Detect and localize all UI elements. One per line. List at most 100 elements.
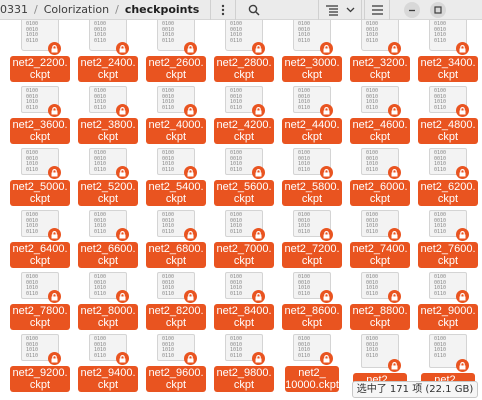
file-item[interactable]: 0100 0010 1010 0110 net2_8600. ckpt: [278, 268, 346, 330]
breadcrumb-item-colorization[interactable]: Colorization: [44, 3, 109, 16]
binary-file-icon: 0100 0010 1010 0110: [293, 272, 333, 303]
file-name-line: ckpt: [165, 255, 187, 267]
binary-file-icon: 0100 0010 1010 0110: [429, 20, 469, 55]
binary-file-icon: 0100 0010 1010 0110: [21, 210, 61, 241]
file-item[interactable]: 0100 0010 1010 0110 net2_5200. ckpt: [74, 144, 142, 206]
file-name-line: ckpt: [29, 131, 51, 143]
minimize-button-bg: [404, 2, 420, 18]
file-name-label: net2_9600. ckpt: [146, 366, 206, 392]
lock-icon: [48, 228, 61, 241]
search-icon: [248, 4, 260, 16]
binary-glyph: 0100 0010 1010 0110: [434, 336, 447, 359]
file-item[interactable]: 0100 0010 1010 0110 net2_7000. ckpt: [210, 206, 278, 268]
lock-icon: [456, 228, 469, 241]
file-item[interactable]: 0100 0010 1010 0110 net2_4800. ckpt: [414, 82, 482, 144]
file-item[interactable]: 0100 0010 1010 0110 net2_3000. ckpt: [278, 20, 346, 82]
file-item[interactable]: 0100 0010 1010 0110 net2_3800. ckpt: [74, 82, 142, 144]
view-options-icon: [325, 4, 338, 16]
file-item[interactable]: 0100 0010 1010 0110 net2_8000. ckpt: [74, 268, 142, 330]
file-item[interactable]: 0100 0010 1010 0110 net2_5400. ckpt: [142, 144, 210, 206]
binary-glyph: 0100 0010 1010 0110: [434, 88, 447, 111]
path-bar: 0331 / Colorization / checkpoints: [0, 0, 482, 20]
file-item[interactable]: 0100 0010 1010 0110 net2_5600. ckpt: [210, 144, 278, 206]
binary-file-icon: 0100 0010 1010 0110: [429, 334, 469, 372]
lock-icon: [252, 42, 265, 55]
lock-icon: [320, 104, 333, 117]
file-name-label: net2_7400. ckpt: [350, 242, 410, 268]
file-name-line: net2_7800.: [12, 305, 68, 317]
file-name-line: ckpt: [369, 193, 391, 205]
binary-glyph: 0100 0010 1010 0110: [230, 150, 243, 173]
main-menu-button[interactable]: [364, 0, 390, 20]
file-item[interactable]: 0100 0010 1010 0110 net2_9600. ckpt: [142, 330, 210, 392]
file-item[interactable]: 0100 0010 1010 0110 net2_6800. ckpt: [142, 206, 210, 268]
file-name-line: net2_3200.: [352, 57, 408, 69]
lock-icon: [116, 104, 129, 117]
maximize-button[interactable]: [428, 0, 448, 20]
breadcrumb-item-checkpoints[interactable]: checkpoints: [125, 3, 200, 16]
file-item[interactable]: 0100 0010 1010 0110 net2_3400. ckpt: [414, 20, 482, 82]
file-item[interactable]: 0100 0010 1010 0110 net2_2200. ckpt: [6, 20, 74, 82]
file-name-label: net2_3600. ckpt: [10, 118, 70, 144]
breadcrumb-item-0331[interactable]: 0331: [0, 3, 28, 16]
search-button[interactable]: [240, 0, 268, 20]
file-item[interactable]: 0100 0010 1010 0110 net2_7400. ckpt: [346, 206, 414, 268]
lock-icon: [48, 42, 61, 55]
file-item[interactable]: 0100 0010 1010 0110 net2_3600. ckpt: [6, 82, 74, 144]
lock-icon: [320, 42, 333, 55]
file-item[interactable]: 0100 0010 1010 0110 net2_8400. ckpt: [210, 268, 278, 330]
view-options-button[interactable]: [318, 0, 362, 20]
file-item[interactable]: 0100 0010 1010 0110 net2_7200. ckpt: [278, 206, 346, 268]
binary-glyph: 0100 0010 1010 0110: [26, 212, 39, 235]
file-item[interactable]: 0100 0010 1010 0110 net2_4600. ckpt: [346, 82, 414, 144]
file-name-line: ckpt: [233, 379, 255, 391]
binary-file-icon: 0100 0010 1010 0110: [89, 20, 129, 55]
binary-glyph: 0100 0010 1010 0110: [366, 21, 379, 44]
file-name-line: net2_9200.: [12, 367, 68, 379]
binary-glyph: 0100 0010 1010 0110: [162, 88, 175, 111]
file-item[interactable]: 0100 0010 1010 0110 net2_6000. ckpt: [346, 144, 414, 206]
file-item[interactable]: 0100 0010 1010 0110 net2_7800. ckpt: [6, 268, 74, 330]
binary-glyph: 0100 0010 1010 0110: [230, 88, 243, 111]
minimize-button[interactable]: [402, 0, 422, 20]
selection-status: 选中了 171 项 (22.1 GB): [352, 381, 478, 398]
file-item[interactable]: 0100 0010 1010 0110 net2_2400. ckpt: [74, 20, 142, 82]
file-item[interactable]: 0100 0010 1010 0110 net2_8200. ckpt: [142, 268, 210, 330]
file-item[interactable]: 0100 0010 1010 0110 net2_2800. ckpt: [210, 20, 278, 82]
file-item[interactable]: 0100 0010 1010 0110 net2_9800. ckpt: [210, 330, 278, 392]
binary-glyph: 0100 0010 1010 0110: [298, 88, 311, 111]
file-item[interactable]: 0100 0010 1010 0110 net2_ 10000.ckpt: [278, 330, 346, 392]
more-options-button[interactable]: [210, 0, 236, 20]
file-name-line: ckpt: [233, 69, 255, 81]
file-item[interactable]: 0100 0010 1010 0110 net2_4000. ckpt: [142, 82, 210, 144]
binary-glyph: 0100 0010 1010 0110: [26, 88, 39, 111]
file-item[interactable]: 0100 0010 1010 0110 net2_6200. ckpt: [414, 144, 482, 206]
binary-glyph: 0100 0010 1010 0110: [162, 150, 175, 173]
binary-file-icon: 0100 0010 1010 0110: [225, 86, 265, 117]
file-item[interactable]: 0100 0010 1010 0110 net2_3200. ckpt: [346, 20, 414, 82]
file-name-line: ckpt: [97, 193, 119, 205]
lock-icon: [184, 42, 197, 55]
file-item[interactable]: 0100 0010 1010 0110 net2_9400. ckpt: [74, 330, 142, 392]
binary-glyph: 0100 0010 1010 0110: [94, 21, 107, 44]
file-name-line: net2_2400.: [80, 57, 136, 69]
file-item[interactable]: 0100 0010 1010 0110 net2_2600. ckpt: [142, 20, 210, 82]
file-item[interactable]: 0100 0010 1010 0110 net2_6400. ckpt: [6, 206, 74, 268]
file-item[interactable]: 0100 0010 1010 0110 net2_9200. ckpt: [6, 330, 74, 392]
binary-file-icon: 0100 0010 1010 0110: [89, 86, 129, 117]
file-item[interactable]: 0100 0010 1010 0110 net2_9000. ckpt: [414, 268, 482, 330]
file-item[interactable]: 0100 0010 1010 0110 net2_5000. ckpt: [6, 144, 74, 206]
file-name-line: net2_3800.: [80, 119, 136, 131]
binary-file-icon: 0100 0010 1010 0110: [293, 334, 333, 365]
binary-glyph: 0100 0010 1010 0110: [434, 212, 447, 235]
file-item[interactable]: 0100 0010 1010 0110 net2_8800. ckpt: [346, 268, 414, 330]
file-name-line: ckpt: [165, 193, 187, 205]
file-name-line: net2_2200.: [12, 57, 68, 69]
file-item[interactable]: 0100 0010 1010 0110 net2_4400. ckpt: [278, 82, 346, 144]
lock-icon: [320, 166, 333, 179]
file-item[interactable]: 0100 0010 1010 0110 net2_6600. ckpt: [74, 206, 142, 268]
file-name-line: ckpt: [437, 255, 459, 267]
file-item[interactable]: 0100 0010 1010 0110 net2_7600. ckpt: [414, 206, 482, 268]
file-item[interactable]: 0100 0010 1010 0110 net2_4200. ckpt: [210, 82, 278, 144]
file-item[interactable]: 0100 0010 1010 0110 net2_5800. ckpt: [278, 144, 346, 206]
